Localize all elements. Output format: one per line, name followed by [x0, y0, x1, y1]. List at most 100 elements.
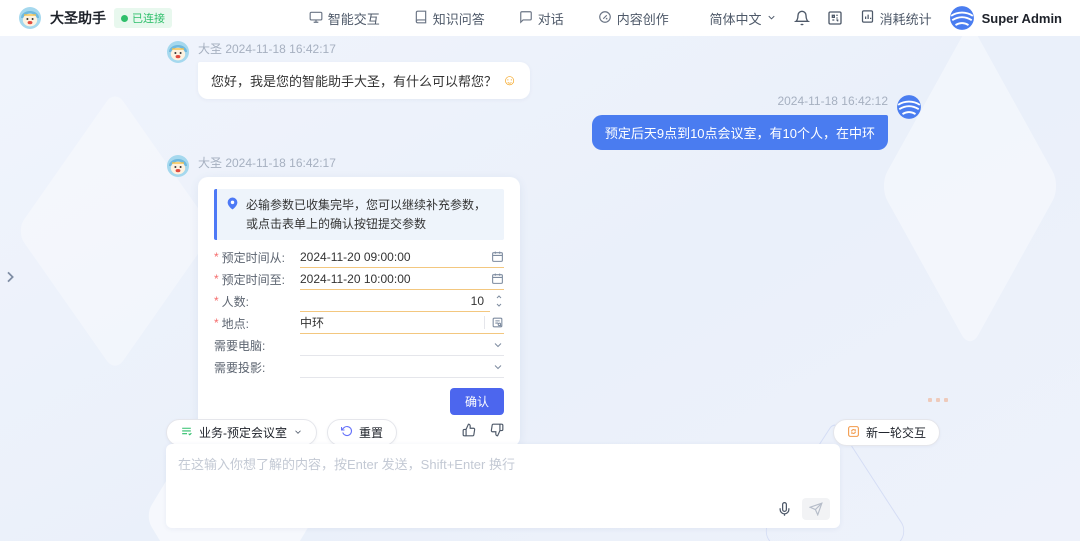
form-notice-text: 必输参数已收集完毕，您可以继续补充参数，或点击表单上的确认按钮提交参数	[246, 196, 495, 233]
send-icon	[809, 502, 823, 516]
business-scene-label: 业务-预定会议室	[199, 424, 287, 441]
bot-message-form: 大圣 2024-11-18 16:42:17 必输参数已收集完毕，您可以继续补充…	[166, 154, 520, 447]
field-label: 需要投影:	[214, 359, 265, 376]
nav-label: 内容创作	[617, 9, 669, 28]
nav-item-conversation[interactable]: 对话	[519, 9, 564, 28]
parameter-form-card: 必输参数已收集完毕，您可以继续补充参数，或点击表单上的确认按钮提交参数 *预定时…	[198, 177, 520, 447]
new-round-icon	[847, 425, 860, 441]
field-value: 10	[300, 294, 490, 308]
status-badge-label: 已连接	[132, 10, 165, 26]
required-marker: *	[214, 294, 219, 308]
message-composer	[166, 444, 840, 528]
nav-item-knowledge-qa[interactable]: 知识问答	[414, 9, 485, 28]
bot-avatar	[166, 154, 190, 178]
top-bar: 大圣助手 已连接 智能交互 知识问答	[0, 0, 1080, 36]
calendar-icon[interactable]	[491, 250, 504, 263]
message-meta: 2024-11-18 16:42:12	[777, 94, 888, 108]
chevron-down-icon	[766, 11, 777, 26]
chevron-down-icon[interactable]	[492, 339, 504, 351]
location-input[interactable]: 中环	[300, 312, 504, 334]
new-round-label: 新一轮交互	[866, 424, 926, 441]
field-row-time-from: *预定时间从: 2024-11-20 09:00:00	[214, 246, 504, 268]
user-avatar	[949, 5, 975, 31]
nav-label: 对话	[538, 9, 564, 28]
field-label: 地点:	[222, 315, 249, 332]
thumbs-down-icon[interactable]	[490, 423, 504, 437]
nav-label: 知识问答	[433, 9, 485, 28]
status-badge: 已连接	[114, 8, 172, 28]
nav-item-content-creation[interactable]: 内容创作	[598, 9, 669, 28]
background-dots	[928, 398, 948, 402]
pin-icon	[226, 197, 239, 210]
user-account[interactable]: Super Admin	[949, 5, 1062, 31]
time-to-input[interactable]: 2024-11-20 10:00:00	[300, 268, 504, 290]
nav-item-smart-interaction[interactable]: 智能交互	[309, 9, 380, 28]
chevron-down-icon	[293, 426, 303, 440]
reset-refresh-icon	[341, 425, 353, 440]
send-button[interactable]	[802, 498, 830, 520]
language-label: 简体中文	[710, 9, 762, 28]
nav-label: 智能交互	[328, 9, 380, 28]
status-dot	[121, 15, 128, 22]
username: Super Admin	[982, 11, 1062, 26]
form-notice: 必输参数已收集完毕，您可以继续补充参数，或点击表单上的确认按钮提交参数	[214, 189, 504, 240]
background-illustration	[879, 36, 1061, 350]
message-meta: 大圣 2024-11-18 16:42:17	[198, 40, 530, 57]
stats-chart-icon	[860, 9, 875, 27]
business-list-icon	[180, 425, 193, 441]
consumption-stats[interactable]: 消耗统计	[860, 9, 932, 28]
main-nav: 智能交互 知识问答 对话 内容创作	[268, 9, 710, 28]
confirm-button[interactable]: 确认	[450, 388, 504, 415]
chat-bubble-icon	[519, 10, 533, 27]
number-stepper[interactable]	[494, 290, 504, 312]
field-label: 人数:	[222, 293, 249, 310]
field-value: 2024-11-20 10:00:00	[300, 272, 491, 286]
user-avatar	[896, 94, 922, 120]
bot-message-greeting: 大圣 2024-11-18 16:42:17 您好，我是您的智能助手大圣，有什么…	[166, 40, 530, 99]
business-scene-button[interactable]: 业务-预定会议室	[166, 419, 317, 446]
need-computer-select[interactable]	[300, 334, 504, 356]
bot-bubble: 您好，我是您的智能助手大圣，有什么可以帮您？ ☺	[198, 62, 530, 99]
field-row-time-to: *预定时间至: 2024-11-20 10:00:00	[214, 268, 504, 290]
creation-icon	[598, 10, 612, 27]
people-count-input[interactable]: 10	[300, 290, 490, 312]
message-input[interactable]	[166, 444, 840, 528]
thumbs-up-icon[interactable]	[462, 423, 476, 437]
smiley-emoji: ☺	[502, 73, 517, 88]
field-value: 中环	[300, 314, 484, 331]
field-label: 预定时间从:	[222, 249, 285, 266]
bot-avatar	[166, 40, 190, 64]
field-row-need-projector: 需要投影:	[214, 356, 504, 378]
list-select-icon[interactable]	[484, 316, 504, 329]
field-row-people-count: *人数: 10	[214, 290, 504, 312]
qr-code-icon[interactable]	[827, 10, 843, 26]
notification-bell-icon[interactable]	[794, 10, 810, 26]
stepper-up-icon[interactable]	[494, 293, 504, 301]
user-bubble: 预定后天9点到10点会议室，有10个人，在中环	[592, 115, 888, 150]
microphone-icon[interactable]	[777, 502, 792, 517]
required-marker: *	[214, 272, 219, 286]
smart-interaction-icon	[309, 10, 323, 27]
user-message: 2024-11-18 16:42:12 预定后天9点到10点会议室，有10个人，…	[592, 94, 922, 150]
stats-label: 消耗统计	[880, 9, 932, 28]
new-round-button[interactable]: 新一轮交互	[833, 419, 940, 446]
need-projector-select[interactable]	[300, 356, 504, 378]
stepper-down-icon[interactable]	[494, 301, 504, 309]
app-logo-monkey-icon	[18, 6, 42, 30]
required-marker: *	[214, 250, 219, 264]
calendar-icon[interactable]	[491, 272, 504, 285]
bot-greeting-text: 您好，我是您的智能助手大圣，有什么可以帮您？	[211, 71, 497, 90]
language-selector[interactable]: 简体中文	[710, 9, 777, 28]
field-value: 2024-11-20 09:00:00	[300, 250, 491, 264]
field-row-location: *地点: 中环	[214, 312, 504, 334]
required-marker: *	[214, 316, 219, 330]
chat-area: 大圣 2024-11-18 16:42:17 您好，我是您的智能助手大圣，有什么…	[0, 36, 1080, 541]
reset-button[interactable]: 重置	[327, 419, 397, 446]
chevron-down-icon[interactable]	[492, 361, 504, 373]
time-from-input[interactable]: 2024-11-20 09:00:00	[300, 246, 504, 268]
sidebar-expander-chevron[interactable]	[2, 266, 18, 293]
reset-label: 重置	[359, 424, 383, 441]
message-meta: 大圣 2024-11-18 16:42:17	[198, 154, 520, 171]
book-icon	[414, 10, 428, 27]
app-title: 大圣助手	[50, 8, 106, 28]
